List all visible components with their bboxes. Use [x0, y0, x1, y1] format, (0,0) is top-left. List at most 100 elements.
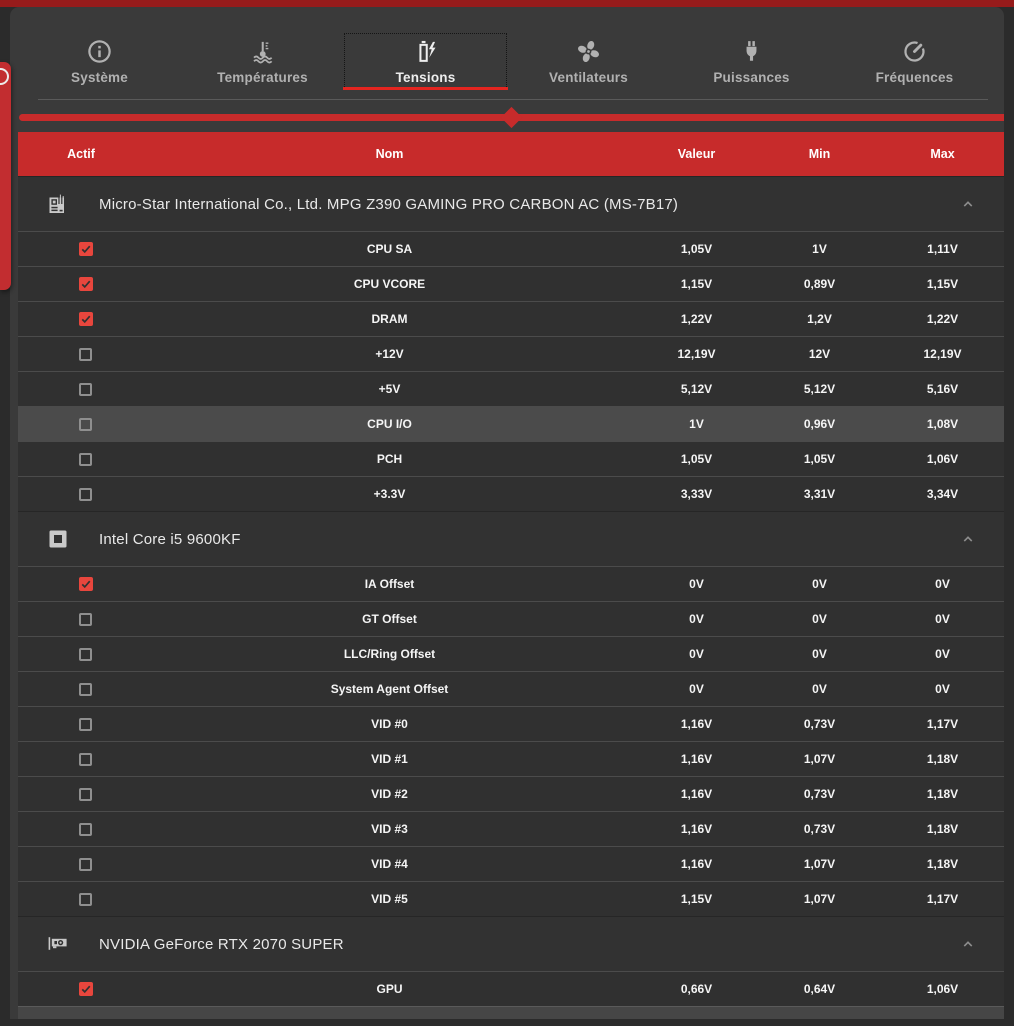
table-row[interactable]: GPU 0,66V 0,64V 1,06V	[18, 971, 1004, 1006]
actif-cell	[18, 612, 144, 626]
sensor-max: 1,17V	[926, 717, 959, 731]
sensor-section: NVIDIA GeForce RTX 2070 SUPER GPU 0,66V …	[18, 916, 1004, 1006]
actif-cell	[18, 417, 144, 431]
table-row[interactable]: System Agent Offset 0V 0V 0V	[18, 671, 1004, 706]
tab-puissances[interactable]: Puissances	[670, 33, 833, 89]
sensor-value: 0V	[689, 682, 704, 696]
main-panel: Système Températures Tensions Ventilateu…	[10, 7, 1004, 1026]
active-checkbox[interactable]	[79, 382, 92, 396]
actif-cell	[18, 382, 144, 396]
active-checkbox[interactable]	[79, 682, 92, 696]
active-checkbox[interactable]	[79, 487, 92, 501]
sensor-min: 0V	[812, 647, 827, 661]
table-row[interactable]: CPU VCORE 1,15V 0,89V 1,15V	[18, 266, 1004, 301]
table-row[interactable]: VID #0 1,16V 0,73V 1,17V	[18, 706, 1004, 741]
sensor-value: 1,22V	[680, 312, 713, 326]
sensor-min: 1,07V	[803, 892, 836, 906]
section-title: Micro-Star International Co., Ltd. MPG Z…	[99, 195, 679, 213]
active-checkbox[interactable]	[79, 347, 92, 361]
table-row[interactable]: +3.3V 3,33V 3,31V 3,34V	[18, 476, 1004, 511]
sensor-name: PCH	[376, 452, 403, 466]
table-row[interactable]: CPU SA 1,05V 1V 1,11V	[18, 231, 1004, 266]
tab-tensions[interactable]: Tensions	[343, 33, 508, 90]
active-checkbox[interactable]	[79, 857, 92, 871]
active-checkbox[interactable]	[79, 312, 93, 326]
table-header-row: Actif Nom Valeur Min Max	[18, 132, 1004, 176]
gauge-icon	[901, 38, 928, 65]
tab-frequences[interactable]: Fréquences	[833, 33, 996, 89]
active-checkbox[interactable]	[79, 647, 92, 661]
table-row[interactable]: VID #5 1,15V 1,07V 1,17V	[18, 881, 1004, 916]
sensor-value: 1,16V	[680, 857, 713, 871]
chevron-up-icon[interactable]	[958, 934, 978, 954]
section-header: NVIDIA GeForce RTX 2070 SUPER	[18, 916, 1004, 971]
sensor-name: System Agent Offset	[330, 682, 449, 696]
active-checkbox[interactable]	[79, 612, 92, 626]
table-row[interactable]: VID #3 1,16V 0,73V 1,18V	[18, 811, 1004, 846]
column-header-actif: Actif	[67, 147, 95, 161]
table-row[interactable]: LLC/Ring Offset 0V 0V 0V	[18, 636, 1004, 671]
tab-temperatures[interactable]: Températures	[181, 33, 344, 89]
sensor-name: VID #0	[371, 717, 408, 731]
active-checkbox[interactable]	[79, 752, 92, 766]
table-row[interactable]: DRAM 1,22V 1,2V 1,22V	[18, 301, 1004, 336]
chevron-up-icon[interactable]	[958, 194, 978, 214]
gpu-icon	[46, 932, 70, 956]
tab-ventilateurs[interactable]: Ventilateurs	[507, 33, 670, 89]
sensor-max: 1,15V	[926, 277, 959, 291]
table-row[interactable]: VID #1 1,16V 1,07V 1,18V	[18, 741, 1004, 776]
sensor-value: 1,05V	[680, 242, 713, 256]
table-row[interactable]: CPU I/O 1V 0,96V 1,08V	[18, 406, 1004, 441]
actif-cell	[18, 487, 144, 501]
slider-thumb-diamond[interactable]	[500, 106, 523, 129]
sensor-min: 0,73V	[803, 822, 836, 836]
active-checkbox[interactable]	[79, 242, 93, 256]
window-top-accent-bar	[0, 0, 1014, 7]
sensor-max: 1,06V	[926, 982, 959, 996]
sensor-section: Intel Core i5 9600KF IA Offset 0V 0V 0V …	[18, 511, 1004, 916]
table-row[interactable]: VID #2 1,16V 0,73V 1,18V	[18, 776, 1004, 811]
active-checkbox[interactable]	[79, 822, 92, 836]
sensor-value: 1,16V	[680, 787, 713, 801]
sensor-min: 0,73V	[803, 717, 836, 731]
sensor-value: 1,16V	[680, 752, 713, 766]
sensor-min: 0,73V	[803, 787, 836, 801]
active-checkbox[interactable]	[79, 787, 92, 801]
info-icon	[86, 38, 113, 65]
active-checkbox[interactable]	[79, 982, 93, 996]
active-checkbox[interactable]	[79, 277, 93, 291]
sensor-max: 1,18V	[926, 752, 959, 766]
active-checkbox[interactable]	[79, 452, 92, 466]
table-row[interactable]: VID #4 1,16V 1,07V 1,18V	[18, 846, 1004, 881]
chevron-up-icon[interactable]	[958, 529, 978, 549]
sensor-value: 1,15V	[680, 892, 713, 906]
actif-cell	[18, 682, 144, 696]
sensor-value: 0V	[689, 577, 704, 591]
table-row[interactable]: +5V 5,12V 5,12V 5,16V	[18, 371, 1004, 406]
table-row[interactable]: IA Offset 0V 0V 0V	[18, 566, 1004, 601]
actif-cell	[18, 577, 144, 591]
sensor-min: 1,07V	[803, 752, 836, 766]
actif-cell	[18, 452, 144, 466]
tab-systeme[interactable]: Système	[18, 33, 181, 89]
column-header-nom: Nom	[375, 147, 404, 161]
active-checkbox[interactable]	[79, 717, 92, 731]
sensor-name: +12V	[375, 347, 404, 361]
table-row[interactable]: PCH 1,05V 1,05V 1,06V	[18, 441, 1004, 476]
sensor-name: CPU SA	[366, 242, 413, 256]
table-row[interactable]: +12V 12,19V 12V 12,19V	[18, 336, 1004, 371]
table-row[interactable]: GT Offset 0V 0V 0V	[18, 601, 1004, 636]
sensor-value: 0,66V	[680, 982, 713, 996]
sensor-value: 0V	[689, 612, 704, 626]
sensor-name: IA Offset	[364, 577, 415, 591]
active-checkbox[interactable]	[79, 577, 93, 591]
sensor-name: +5V	[378, 382, 401, 396]
active-checkbox[interactable]	[79, 892, 92, 906]
active-checkbox[interactable]	[79, 417, 92, 431]
actif-cell	[18, 242, 144, 256]
motherboard-icon	[46, 192, 70, 216]
side-drawer-handle[interactable]	[0, 62, 11, 290]
section-header: Micro-Star International Co., Ltd. MPG Z…	[18, 176, 1004, 231]
section-rows: CPU SA 1,05V 1V 1,11V CPU VCORE 1,15V 0,…	[18, 231, 1004, 511]
sensor-min: 1,2V	[807, 312, 832, 326]
